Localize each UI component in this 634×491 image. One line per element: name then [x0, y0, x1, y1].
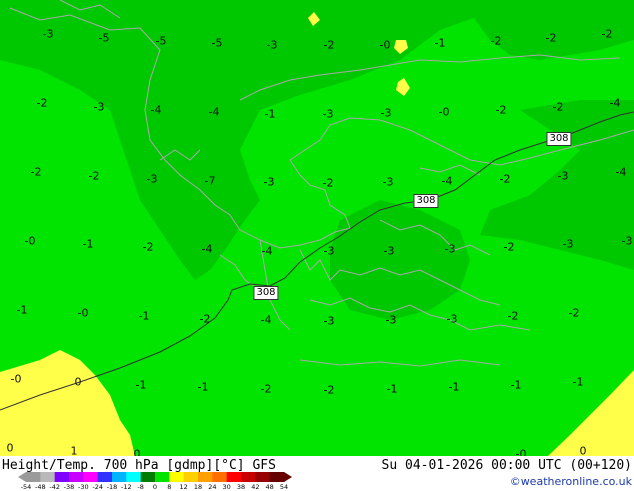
weather-map: -3 -5 -5 -5 -3 -2 -0 -1 -2 -2 -2 -2 -3 -4 -4 -1 -3 -3 -0 -2…	[0, 0, 634, 456]
temperature-label: -2	[495, 103, 507, 117]
temperature-label: -1	[264, 107, 276, 121]
scale-swatch	[155, 472, 170, 482]
temperature-label: -0	[379, 38, 391, 52]
temperature-label: -7	[204, 174, 216, 188]
scale-swatch	[226, 472, 242, 482]
temperature-label: 1	[70, 444, 78, 457]
temperature-label: -0	[438, 105, 450, 119]
scale-swatch	[40, 472, 56, 482]
temperature-label: -2	[568, 306, 580, 320]
temperature-label: -1	[16, 303, 28, 317]
temperature-label: -2	[601, 27, 613, 41]
temperature-label: -3	[42, 27, 54, 41]
temperature-label: -5	[211, 36, 223, 50]
temperature-label: -2	[36, 96, 48, 110]
scale-swatch	[83, 472, 99, 482]
scale-swatch	[54, 472, 70, 482]
temperature-label: -2	[260, 382, 272, 396]
temperature-label: -2	[552, 100, 564, 114]
temperature-label: 0	[133, 447, 141, 457]
scale-swatch	[269, 472, 285, 482]
temperature-label: -2	[503, 240, 515, 254]
temperature-label: -3	[93, 100, 105, 114]
scale-swatch	[183, 472, 199, 482]
temperature-label: -0	[77, 306, 89, 320]
temperature-label: -2	[142, 240, 154, 254]
map-canvas	[0, 0, 634, 456]
contour-label: 308	[546, 132, 572, 146]
temperature-label: -1	[197, 380, 209, 394]
temperature-label: -3	[323, 244, 335, 258]
temperature-label: -2	[490, 34, 502, 48]
temperature-label: -3	[263, 175, 275, 189]
temperature-label: -1	[386, 382, 398, 396]
scale-swatch	[26, 472, 41, 482]
temperature-label: -3	[380, 106, 392, 120]
temperature-label: -2	[323, 38, 335, 52]
temperature-label: -3	[385, 313, 397, 327]
contour-label: 308	[253, 286, 279, 300]
scale-swatch	[112, 472, 127, 482]
map-footer: Height/Temp. 700 hPa [gdmp][°C] GFS Su 0…	[0, 456, 634, 491]
scale-swatch	[212, 472, 228, 482]
temperature-label: -4	[615, 165, 627, 179]
temperature-label: 0	[579, 444, 587, 457]
temperature-label: -0	[10, 372, 22, 386]
scale-swatch	[140, 472, 156, 482]
scale-arrow-right	[284, 472, 292, 482]
scale-arrow-left	[18, 472, 26, 482]
map-datetime: Su 04-01-2026 00:00 UTC (00+120)	[381, 458, 632, 473]
credit-link[interactable]: ©weatheronline.co.uk	[510, 475, 632, 488]
temperature-label: -5	[155, 34, 167, 48]
temperature-label: -3	[562, 237, 574, 251]
temperature-label: -3	[557, 169, 569, 183]
temperature-label: -3	[323, 314, 335, 328]
temperature-label: -2	[323, 383, 335, 397]
temperature-label: -0	[24, 234, 36, 248]
temperature-label: -2	[322, 176, 334, 190]
scale-swatch	[97, 472, 113, 482]
temperature-label: -3	[322, 107, 334, 121]
temperature-label: -3	[383, 244, 395, 258]
temperature-label: -2	[88, 169, 100, 183]
temperature-label: 0	[74, 375, 82, 389]
temperature-label: -4	[609, 96, 621, 110]
temperature-label: -1	[434, 36, 446, 50]
temperature-label: -3	[621, 234, 633, 248]
temperature-label: -4	[208, 105, 220, 119]
temperature-label: -3	[446, 312, 458, 326]
temperature-label: -2	[545, 31, 557, 45]
scale-swatch	[255, 472, 271, 482]
map-title: Height/Temp. 700 hPa [gdmp][°C] GFS	[2, 458, 276, 473]
temperature-label: -4	[260, 313, 272, 327]
temperature-label: -3	[146, 172, 158, 186]
temperature-label: -4	[201, 242, 213, 256]
temperature-label: -5	[98, 31, 110, 45]
contour-label: 308	[413, 194, 439, 208]
temperature-label: -0	[515, 447, 527, 457]
scale-swatch	[126, 472, 142, 482]
temperature-label: -1	[510, 378, 522, 392]
temperature-label: -2	[199, 312, 211, 326]
temperature-label: -1	[82, 237, 94, 251]
scale-swatch	[69, 472, 84, 482]
temperature-label: -1	[448, 380, 460, 394]
temperature-label: -2	[507, 309, 519, 323]
temperature-label: 0	[6, 441, 14, 455]
temperature-label: -4	[150, 103, 162, 117]
temperature-label: -1	[572, 375, 584, 389]
temperature-label: -3	[266, 38, 278, 52]
temperature-label: -1	[138, 309, 150, 323]
temperature-label: -3	[444, 242, 456, 256]
scale-swatch	[169, 472, 185, 482]
temperature-label: -4	[441, 174, 453, 188]
scale-swatch	[198, 472, 213, 482]
temperature-label: -2	[499, 172, 511, 186]
color-scale-bar	[18, 472, 292, 482]
temperature-label: -1	[135, 378, 147, 392]
temperature-label: -4	[261, 244, 273, 258]
temperature-label: -3	[382, 175, 394, 189]
scale-swatch	[241, 472, 256, 482]
temperature-label: -2	[30, 165, 42, 179]
